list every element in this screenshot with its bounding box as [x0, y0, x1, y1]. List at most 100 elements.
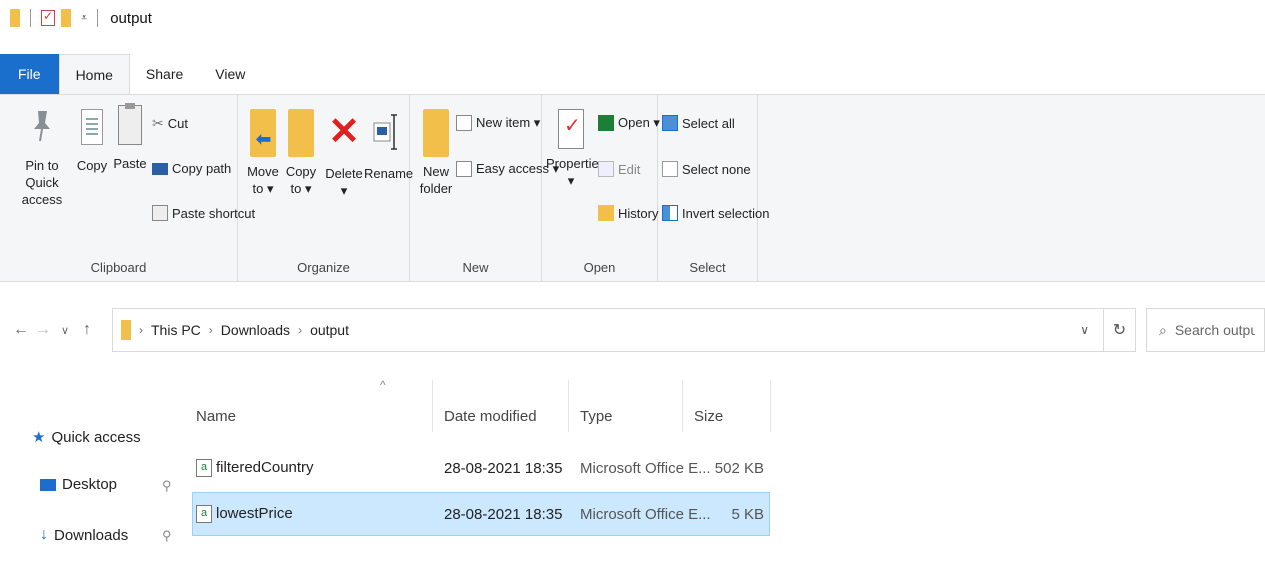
new-item-button[interactable]: New item ▾ [456, 115, 540, 131]
search-input[interactable] [1174, 322, 1255, 338]
tab-home[interactable]: Home [58, 54, 130, 94]
breadcrumb-this-pc[interactable]: This PC [151, 322, 201, 338]
divider [97, 9, 99, 27]
nav-item-label: Quick access [51, 428, 141, 446]
delete-label: Delete [325, 166, 363, 181]
ribbon-tabs: File Home Share View [0, 54, 1265, 94]
new-group: New folder New item ▾ Easy access ▾ New [410, 95, 559, 281]
rename-button[interactable]: Rename [364, 109, 414, 182]
breadcrumb-output[interactable]: output [310, 322, 349, 338]
date-modified-cell: 28-08-2021 18:35 [444, 505, 563, 523]
properties-dropdown-chevron-icon[interactable]: ▾ [546, 172, 596, 189]
tab-file[interactable]: File [0, 54, 59, 94]
scissors-icon: ✂ [152, 115, 164, 131]
rename-label: Rename [364, 166, 414, 181]
column-header-name[interactable]: Name [196, 394, 236, 438]
move-to-button[interactable]: ⬅ Move to ▾ [246, 109, 280, 197]
file-name: lowestPrice [216, 504, 293, 522]
size-cell: 5 KB [731, 505, 764, 523]
history-icon [598, 205, 614, 221]
history-button[interactable]: History [598, 205, 658, 221]
cut-button[interactable]: ✂ Cut [152, 115, 188, 132]
column-divider[interactable] [770, 380, 771, 432]
open-label: Open ▾ [618, 115, 660, 130]
properties-quick-icon[interactable] [41, 9, 55, 26]
column-divider[interactable] [682, 380, 683, 432]
address-dropdown-chevron-icon[interactable]: ∨ [1080, 323, 1089, 337]
copy-path-button[interactable]: Copy path [152, 161, 231, 176]
pin-icon [31, 109, 53, 143]
breadcrumb-downloads[interactable]: Downloads [221, 322, 290, 338]
file-name-cell: filteredCountry [196, 459, 314, 478]
tab-view[interactable]: View [199, 54, 261, 94]
search-box[interactable]: ⌕ [1146, 308, 1265, 352]
customize-toolbar-chevron-icon[interactable]: ⩡ [81, 12, 87, 25]
table-row[interactable]: lowestPrice 28-08-2021 18:35 Microsoft O… [192, 492, 770, 536]
excel-file-icon [196, 505, 212, 524]
edit-icon [598, 161, 614, 177]
column-header-date-modified[interactable]: Date modified [444, 394, 537, 438]
type-cell: Microsoft Office E... [580, 505, 711, 523]
move-label-line2: to ▾ [252, 181, 274, 196]
move-label-line1: Move [247, 164, 279, 179]
desktop-icon [40, 478, 56, 491]
pin-label-line1: Pin to Quick [25, 158, 59, 190]
star-icon: ★ [32, 429, 46, 446]
select-group: Select all Select none Invert selection … [658, 95, 769, 281]
new-folder-icon [423, 109, 449, 157]
nav-item-desktop[interactable]: Desktop [40, 476, 117, 493]
address-bar[interactable]: › This PC › Downloads › output ∨ [112, 308, 1104, 352]
select-group-label: Select [689, 260, 726, 275]
breadcrumb-separator-icon: › [298, 323, 303, 337]
delete-dropdown-chevron-icon[interactable]: ▾ [322, 182, 366, 199]
clipboard-group-label: Clipboard [90, 260, 147, 275]
new-folder-button[interactable]: New folder [418, 109, 454, 197]
nav-item-downloads[interactable]: ↓ Downloads [40, 526, 128, 544]
edit-button[interactable]: Edit [598, 161, 640, 177]
copy-to-button[interactable]: Copy to ▾ [284, 109, 318, 197]
copy-icon [81, 109, 103, 145]
select-all-label: Select all [682, 115, 735, 131]
copy-to-label-line1: Copy [285, 164, 317, 179]
pin-label-line2: access [21, 192, 63, 207]
recent-locations-chevron-icon[interactable]: ∨ [54, 324, 76, 337]
column-divider[interactable] [432, 380, 433, 432]
delete-button[interactable]: ✕ Delete ▾ [322, 109, 366, 199]
refresh-icon[interactable]: ↻ [1104, 308, 1136, 352]
column-divider[interactable] [568, 380, 569, 432]
column-header-type[interactable]: Type [580, 394, 613, 438]
excel-icon [598, 115, 614, 131]
select-all-button[interactable]: Select all [662, 115, 735, 131]
pin-to-quick-access-button[interactable]: Pin to Quick access [10, 109, 74, 208]
new-folder-label-line1: New [422, 164, 449, 179]
file-list: ^ Name Date modified Type Size filteredC… [184, 378, 784, 579]
select-none-button[interactable]: Select none [662, 161, 751, 177]
up-arrow-icon[interactable]: ↑ [76, 321, 98, 339]
properties-button[interactable]: Properties ▾ [546, 109, 605, 189]
copy-path-label: Copy path [172, 161, 232, 176]
nav-item-label: Downloads [54, 526, 129, 544]
paste-button[interactable]: Paste [112, 103, 148, 172]
table-row[interactable]: filteredCountry 28-08-2021 18:35 Microso… [192, 446, 770, 490]
new-group-label: New [462, 260, 489, 275]
new-folder-label-line2: folder [419, 181, 453, 196]
forward-arrow-icon[interactable]: → [32, 321, 54, 339]
select-none-icon [662, 161, 678, 177]
paste-shortcut-icon [152, 205, 168, 221]
column-header-size[interactable]: Size [694, 394, 723, 438]
tab-share[interactable]: Share [130, 54, 199, 94]
pin-icon: ⚲ [162, 528, 172, 543]
invert-selection-button[interactable]: Invert selection [662, 205, 769, 221]
copy-button[interactable]: Copy [74, 109, 110, 174]
copy-label: Copy [76, 158, 108, 173]
navigation-bar: ← → ∨ ↑ › This PC › Downloads › output ∨… [0, 308, 1265, 352]
nav-item-quick-access[interactable]: ★ Quick access [32, 428, 141, 447]
select-none-label: Select none [682, 161, 751, 177]
new-item-label: New item ▾ [476, 115, 541, 130]
new-folder-quick-icon[interactable] [61, 9, 71, 27]
back-arrow-icon[interactable]: ← [10, 321, 32, 339]
edit-label: Edit [618, 161, 641, 177]
open-button[interactable]: Open ▾ [598, 115, 660, 131]
delete-x-icon: ✕ [328, 111, 360, 153]
size-cell: 502 KB [714, 459, 764, 477]
